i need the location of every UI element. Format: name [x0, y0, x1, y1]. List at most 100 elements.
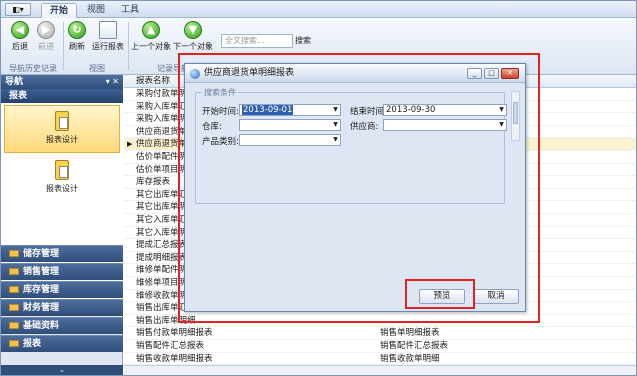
folder-icon: [9, 250, 19, 257]
group-separator: [128, 22, 129, 70]
run-report-label: 运行报表: [92, 42, 124, 51]
app-menu-button[interactable]: ◧▾: [5, 3, 31, 16]
minimize-button[interactable]: _: [467, 68, 482, 79]
dropdown-arrow-icon[interactable]: ▼: [331, 120, 340, 130]
next-object-label: 下一个对象: [173, 42, 213, 51]
report-name-cell: 销售收款单明细: [380, 353, 440, 364]
report-name-cell: 销售配件汇总报表: [380, 341, 449, 351]
nav-item-report-design[interactable]: 报表设计: [4, 155, 120, 203]
tab-view[interactable]: 视图: [79, 3, 113, 19]
end-time-field[interactable]: 2013-09-30 ▼: [383, 104, 507, 116]
clipboard-icon: [55, 111, 69, 131]
group-separator: [63, 22, 64, 70]
report-name-cell: 销售付款单明细报表: [136, 328, 213, 339]
back-label: 后退: [12, 42, 28, 51]
nav-expand-chevron-icon[interactable]: ⌄: [1, 365, 123, 375]
search-button[interactable]: 搜索: [293, 34, 313, 48]
table-row[interactable]: 销售配件汇总报表 销售配件汇总报表: [124, 340, 636, 353]
start-time-value: 2013-09-01: [242, 105, 294, 115]
cancel-button[interactable]: 取消: [473, 289, 519, 304]
nav-category-finance[interactable]: 财务管理: [1, 299, 123, 316]
nav-category-basedata[interactable]: 基础资料: [1, 317, 123, 334]
nav-category-repair[interactable]: 储存管理: [1, 245, 123, 262]
close-button[interactable]: ✕: [501, 68, 519, 79]
up-arrow-icon: ▲: [142, 21, 160, 39]
tab-home[interactable]: 开始: [41, 3, 78, 19]
maximize-button[interactable]: □: [484, 68, 499, 79]
dropdown-arrow-icon[interactable]: ▼: [331, 135, 340, 145]
report-parameters-dialog: 供应商退货单明细报表 _ □ ✕ 搜索条件 开始时间: 2013-09-01 ▼…: [184, 63, 526, 312]
ribbon-tabs: ◧▾ 开始 视图 工具: [1, 1, 636, 19]
supplier-select[interactable]: ▼: [383, 119, 507, 131]
nav-item-report-design-selected[interactable]: 报表设计: [4, 105, 120, 153]
prev-object-button[interactable]: ▲ 上一个对象: [131, 21, 171, 52]
back-arrow-icon: ◀: [11, 21, 29, 39]
group-label-view: 视图: [89, 64, 105, 73]
report-name-cell: 库存报表: [136, 177, 171, 188]
folder-icon: [9, 268, 19, 275]
nav-header: 导航 ▾ ✕: [1, 75, 123, 89]
category-label: 基础资料: [23, 321, 60, 331]
fulltext-search-input[interactable]: 全文搜索...: [221, 34, 293, 48]
forward-arrow-icon: ▶: [37, 21, 55, 39]
nav-category-inventory[interactable]: 库存管理: [1, 281, 123, 298]
nav-category-reports[interactable]: 报表: [1, 335, 123, 352]
table-row[interactable]: 销售出库单明细: [124, 315, 636, 328]
group-title: 搜索条件: [202, 87, 238, 98]
down-arrow-icon: ▼: [184, 21, 202, 39]
table-row[interactable]: 销售收款单明细报表 销售收款单明细: [124, 353, 636, 366]
product-category-select[interactable]: ▼: [239, 134, 341, 146]
category-label: 财务管理: [23, 303, 60, 313]
report-name-cell: 销售收款单明细报表: [136, 353, 213, 364]
next-object-button[interactable]: ▼ 下一个对象: [173, 21, 213, 52]
dropdown-arrow-icon[interactable]: ▼: [497, 120, 506, 130]
nav-item-label: 报表设计: [46, 135, 78, 144]
report-name-cell: 提成汇总报表: [136, 240, 188, 251]
refresh-button[interactable]: ↻ 刷新: [66, 21, 88, 52]
folder-icon: [9, 322, 19, 329]
product-category-label: 产品类别:: [202, 137, 239, 147]
start-time-field[interactable]: 2013-09-01 ▼: [239, 104, 341, 116]
end-time-value: 2013-09-30: [386, 105, 436, 115]
preview-button[interactable]: 预览: [419, 289, 465, 304]
nav-header-title: 导航: [5, 77, 24, 87]
forward-label: 前进: [38, 42, 54, 51]
prev-object-label: 上一个对象: [131, 42, 171, 51]
dropdown-arrow-icon[interactable]: ▼: [497, 105, 506, 115]
nav-pin-close-icon[interactable]: ▾ ✕: [106, 75, 119, 89]
back-button[interactable]: ◀ 后退: [9, 21, 31, 52]
start-time-label: 开始时间:: [202, 107, 239, 117]
run-report-button[interactable]: 运行报表: [91, 21, 125, 52]
report-name-cell: 销售配件汇总报表: [136, 341, 205, 351]
folder-icon: [9, 304, 19, 311]
folder-icon: [9, 340, 19, 347]
category-label: 储存管理: [23, 249, 60, 259]
category-label: 报表: [23, 339, 42, 349]
end-time-label: 结束时间:: [350, 107, 387, 117]
dialog-vertical-scrollbar[interactable]: [511, 91, 520, 141]
nav-section-title: 报表: [1, 89, 123, 103]
report-name-cell: 提成明细报表: [136, 252, 188, 263]
forward-button[interactable]: ▶ 前进: [35, 21, 57, 52]
refresh-label: 刷新: [69, 42, 85, 51]
report-name-cell: 销售出库单明细: [136, 315, 196, 326]
row-pointer-icon: ▶: [127, 140, 133, 149]
report-name-cell: 销售单明细报表: [380, 328, 440, 339]
table-row[interactable]: 销售付款单明细报表 销售单明细报表: [124, 327, 636, 340]
refresh-icon: ↻: [68, 21, 86, 39]
nav-category-sales[interactable]: 销售管理: [1, 263, 123, 280]
folder-icon: [9, 286, 19, 293]
horizontal-scrollbar[interactable]: [124, 365, 636, 375]
app-globe-icon: [190, 69, 200, 79]
supplier-label: 供应商:: [350, 122, 379, 132]
dropdown-arrow-icon[interactable]: ▼: [331, 105, 340, 115]
nav-item-label: 报表设计: [46, 184, 78, 193]
category-label: 销售管理: [23, 267, 60, 277]
navigation-panel: 导航 ▾ ✕ 报表 报表设计 报表设计 储存管理 销售管理 库存管理 财务管理 …: [1, 75, 123, 375]
warehouse-label: 仓库:: [202, 122, 222, 132]
report-icon: [99, 21, 117, 39]
scrollbar-thumb[interactable]: [513, 102, 518, 124]
warehouse-select[interactable]: ▼: [239, 119, 341, 131]
tab-tools[interactable]: 工具: [113, 3, 147, 19]
category-label: 库存管理: [23, 285, 60, 295]
